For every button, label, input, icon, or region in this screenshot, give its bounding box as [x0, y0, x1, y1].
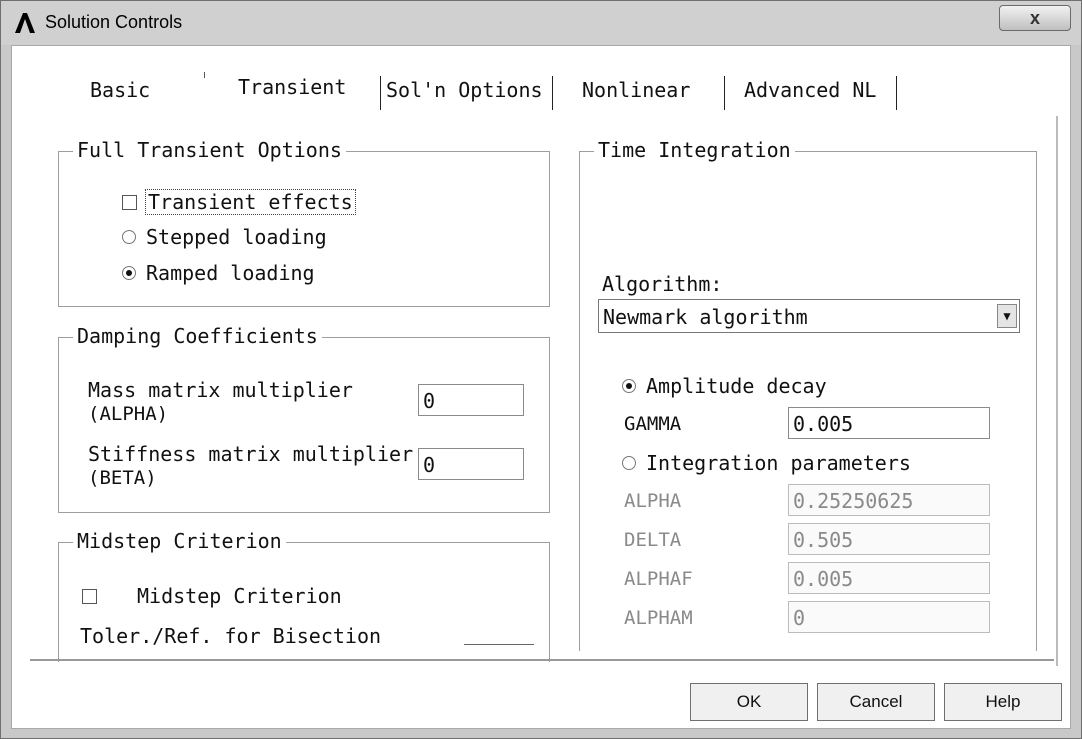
tab-separator: [724, 76, 725, 110]
chevron-down-icon[interactable]: ▼: [997, 304, 1017, 328]
group-title: Full Transient Options: [73, 138, 346, 162]
tab-separator: [552, 76, 553, 110]
ok-button[interactable]: OK: [690, 683, 808, 721]
divider: [30, 659, 1054, 661]
midstep-criterion-option[interactable]: Midstep Criterion: [82, 584, 342, 608]
integration-parameters-label: Integration parameters: [646, 451, 911, 475]
title-bar[interactable]: Solution Controls x: [1, 1, 1081, 45]
tab-nonlinear[interactable]: Nonlinear: [582, 78, 690, 102]
ramped-loading-option[interactable]: Ramped loading: [122, 261, 315, 285]
stiffness-matrix-sublabel: (BETA): [88, 467, 157, 489]
tab-transient[interactable]: Transient: [238, 75, 346, 99]
alpha-input: 0.25250625: [788, 484, 990, 516]
algorithm-value: Newmark algorithm: [603, 305, 808, 329]
close-button[interactable]: x: [999, 5, 1071, 31]
alphaf-label: ALPHAF: [624, 568, 693, 590]
integration-parameters-radio[interactable]: [622, 456, 636, 470]
alpham-input: 0: [788, 601, 990, 633]
stepped-loading-label: Stepped loading: [146, 225, 327, 249]
ramped-loading-radio[interactable]: [122, 266, 136, 280]
tab-separator: [896, 76, 897, 110]
solution-controls-window: Solution Controls x Basic Transient Sol'…: [0, 0, 1082, 739]
transient-effects-label: Transient effects: [145, 189, 356, 215]
gamma-label: GAMMA: [624, 413, 682, 435]
tab-separator: [380, 76, 381, 110]
mass-matrix-label: Mass matrix multiplier: [88, 378, 353, 402]
tab-soln-options[interactable]: Sol'n Options: [386, 78, 543, 102]
dialog-client-area: Basic Transient Sol'n Options Nonlinear …: [11, 45, 1071, 729]
integration-parameters-option[interactable]: Integration parameters: [622, 451, 911, 475]
ansys-logo-icon: [15, 13, 35, 33]
alphaf-input: 0.005: [788, 562, 990, 594]
mass-matrix-input[interactable]: 0: [418, 384, 524, 416]
tab-divider-mark: [204, 72, 208, 78]
stiffness-matrix-input[interactable]: 0: [418, 448, 524, 480]
gamma-input[interactable]: 0.005: [788, 407, 990, 439]
tab-basic[interactable]: Basic: [90, 78, 150, 102]
help-button[interactable]: Help: [944, 683, 1062, 721]
stepped-loading-radio[interactable]: [122, 230, 136, 244]
mass-matrix-sublabel: (ALPHA): [88, 403, 169, 425]
transient-effects-checkbox[interactable]: [122, 194, 137, 210]
stepped-loading-option[interactable]: Stepped loading: [122, 225, 327, 249]
amplitude-decay-radio[interactable]: [622, 379, 636, 393]
amplitude-decay-label: Amplitude decay: [646, 374, 827, 398]
transient-effects-option[interactable]: Transient effects: [122, 189, 356, 215]
group-title: Midstep Criterion: [73, 529, 286, 553]
group-title: Time Integration: [594, 138, 795, 162]
tab-advanced-nl[interactable]: Advanced NL: [744, 78, 876, 102]
group-title: Damping Coefficients: [73, 324, 322, 348]
alpha-label: ALPHA: [624, 490, 682, 512]
amplitude-decay-option[interactable]: Amplitude decay: [622, 374, 827, 398]
stiffness-matrix-label: Stiffness matrix multiplier: [88, 442, 414, 466]
delta-label: DELTA: [624, 529, 682, 551]
window-title: Solution Controls: [45, 12, 183, 32]
algorithm-label: Algorithm:: [602, 272, 723, 296]
tab-panel-border: [1056, 116, 1058, 666]
delta-input: 0.505: [788, 523, 990, 555]
midstep-criterion-checkbox[interactable]: [82, 588, 97, 604]
toler-bisection-input[interactable]: [464, 644, 534, 658]
close-icon: x: [1029, 7, 1040, 28]
midstep-criterion-label: Midstep Criterion: [137, 584, 342, 608]
alpham-label: ALPHAM: [624, 607, 693, 629]
ramped-loading-label: Ramped loading: [146, 261, 315, 285]
toler-bisection-label: Toler./Ref. for Bisection: [80, 624, 382, 648]
cancel-button[interactable]: Cancel: [817, 683, 935, 721]
algorithm-select[interactable]: Newmark algorithm ▼: [598, 299, 1020, 333]
